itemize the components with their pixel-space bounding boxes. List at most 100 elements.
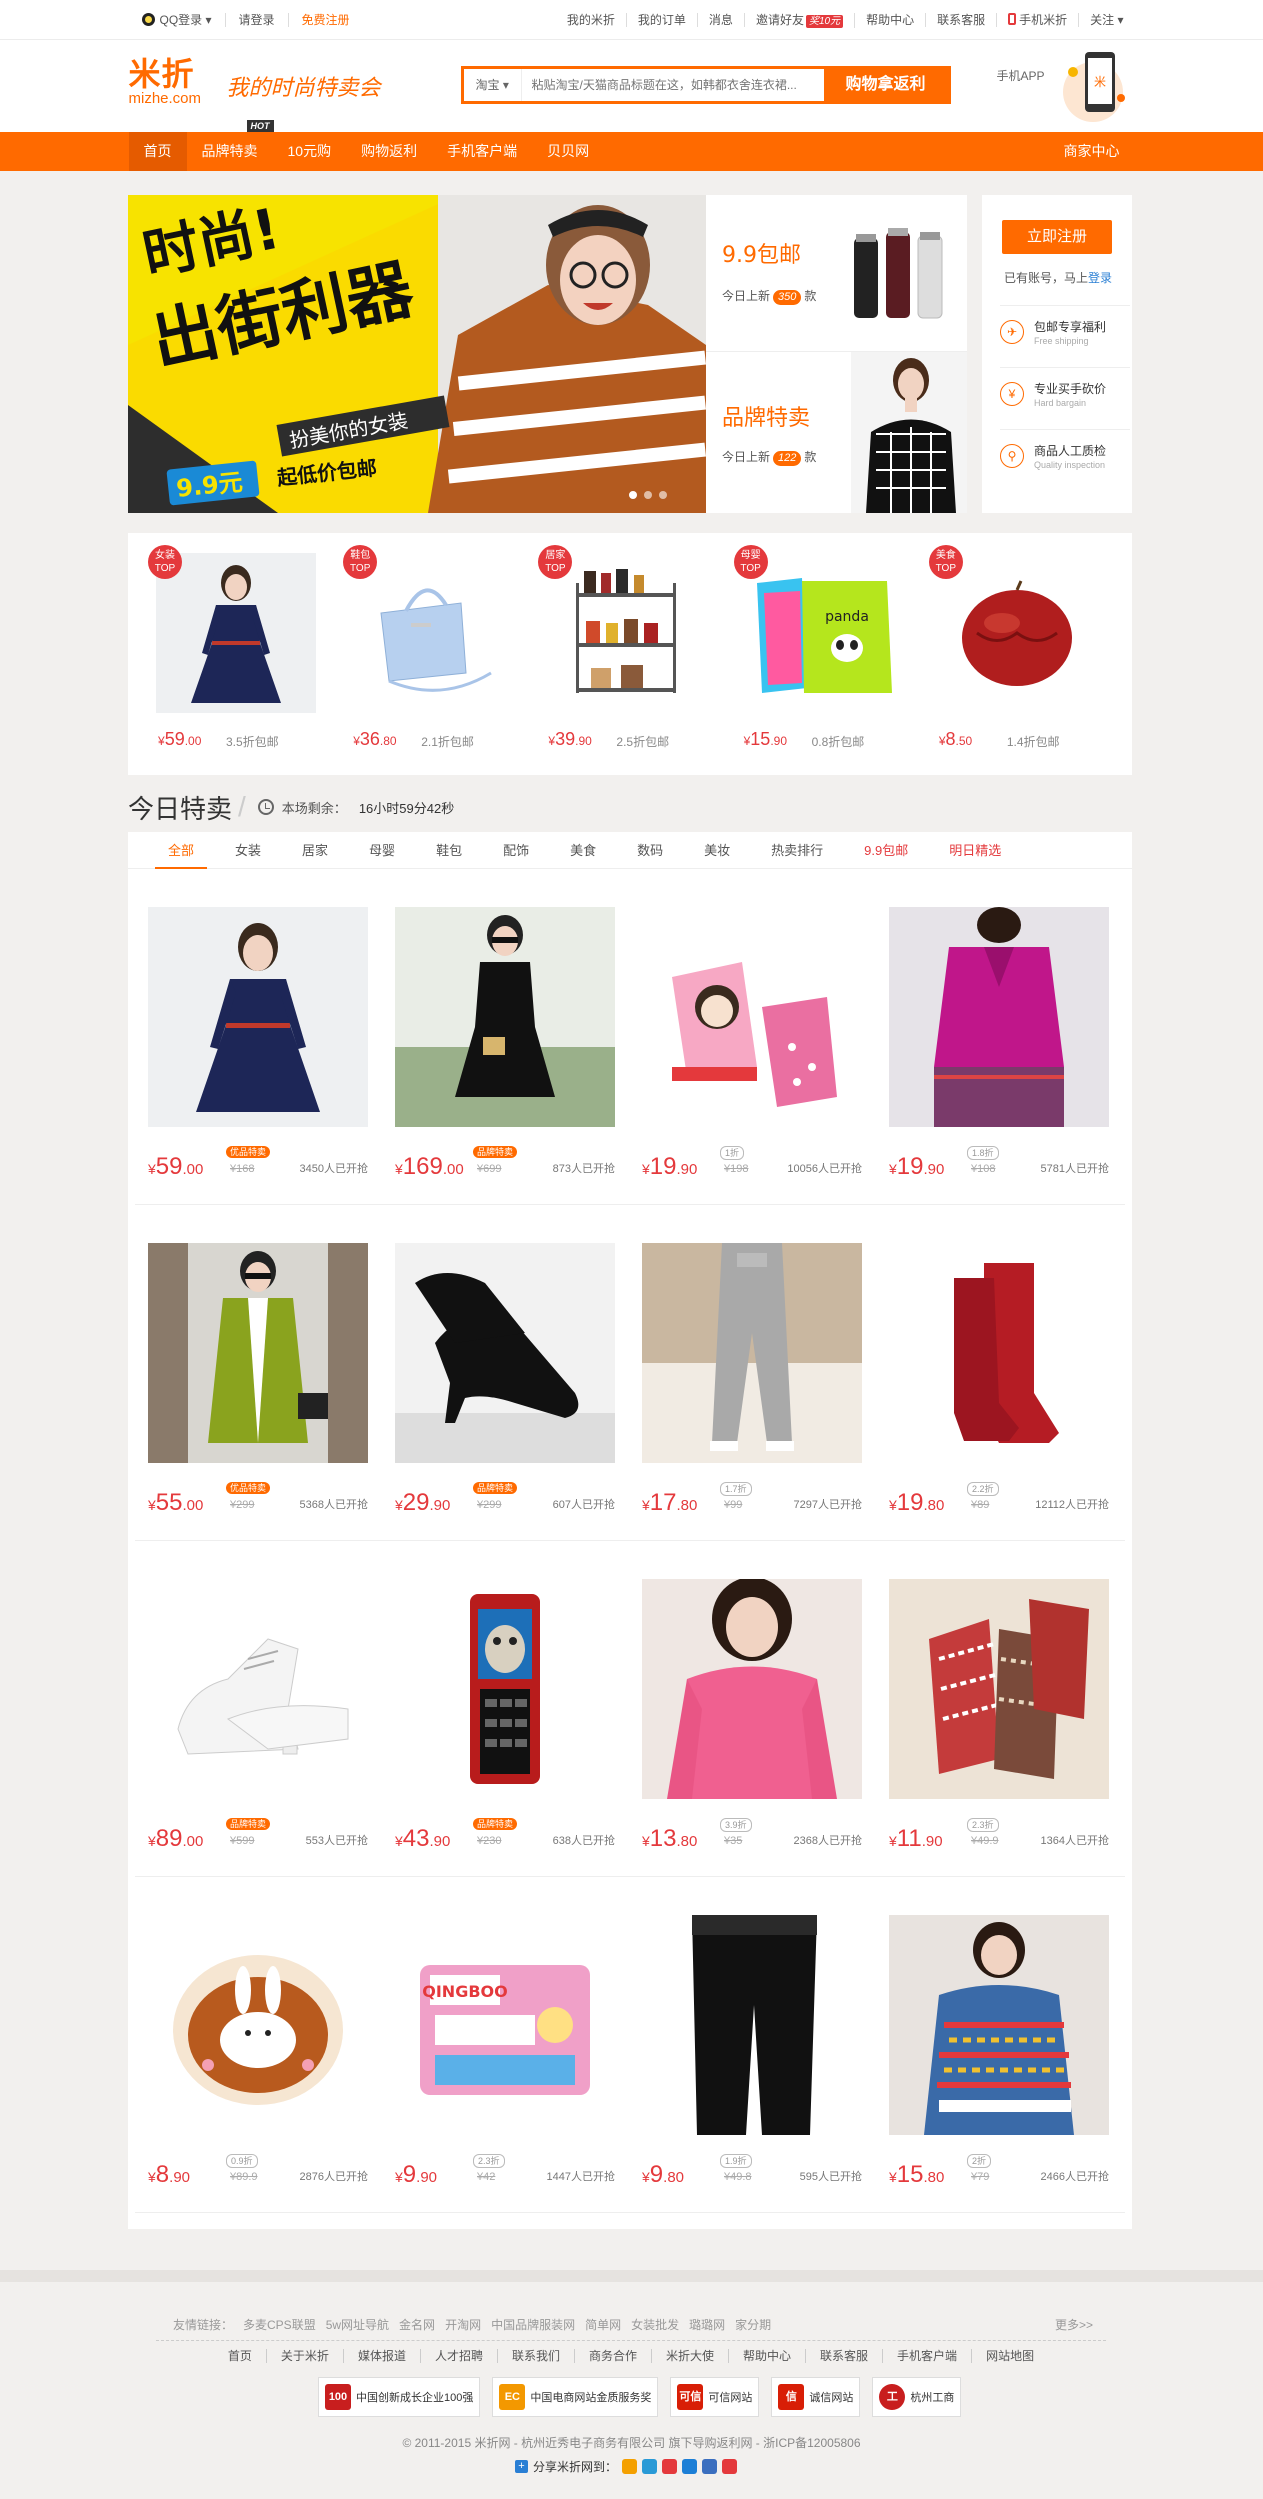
top-category-item[interactable]: 居家 TOP ¥39.90 2.5折包邮: [538, 545, 741, 775]
nav-rebate[interactable]: 购物返利: [346, 132, 432, 171]
footer-nav-item[interactable]: 联系客服: [806, 2349, 884, 2363]
tab-baby[interactable]: 母婴: [356, 832, 408, 868]
product-image[interactable]: [148, 1915, 368, 2135]
tab-beauty[interactable]: 美妆: [691, 832, 743, 868]
trust-badge[interactable]: 信诚信网站: [771, 2377, 861, 2417]
friend-link[interactable]: 中国品牌服装网: [491, 2316, 575, 2333]
tab-food[interactable]: 美食: [557, 832, 609, 868]
product-image[interactable]: [395, 1243, 615, 1463]
top-category-item[interactable]: 母婴 TOP panda ¥15.90 0.8折包邮: [733, 545, 937, 775]
customer-service-link[interactable]: 联系客服: [926, 13, 998, 27]
login-link[interactable]: 请登录: [226, 13, 289, 27]
footer-nav-item[interactable]: 米折大使: [652, 2349, 730, 2363]
qq-login-link[interactable]: QQ登录 ▾: [129, 13, 226, 27]
product-image[interactable]: [642, 1243, 862, 1463]
promo-9-9-free-shipping[interactable]: 9.9包邮 今日上新 350 款: [706, 195, 967, 352]
product-card[interactable]: ¥19.90 1折 ¥198 10056人已开抢: [642, 907, 862, 1207]
tab-shoes-bags[interactable]: 鞋包: [423, 832, 475, 868]
my-orders-link[interactable]: 我的订单: [627, 13, 698, 27]
side-login-link[interactable]: 登录: [1088, 271, 1112, 285]
footer-nav-item[interactable]: 人才招聘: [421, 2349, 498, 2363]
product-image[interactable]: [642, 907, 862, 1127]
share-qq-icon[interactable]: [642, 2459, 658, 2474]
nav-beibei[interactable]: 贝贝网: [532, 132, 604, 171]
nav-10yuan[interactable]: 10元购: [273, 132, 347, 171]
product-card[interactable]: ¥15.80 2折 ¥79 2466人已开抢: [889, 1915, 1109, 2215]
product-image[interactable]: [148, 1579, 368, 1799]
follow-link[interactable]: 关注 ▾: [1079, 13, 1134, 27]
product-image[interactable]: [148, 1243, 368, 1463]
trust-badge[interactable]: 工杭州工商: [872, 2377, 962, 2417]
tab-digital[interactable]: 数码: [624, 832, 676, 868]
help-center-link[interactable]: 帮助中心: [855, 13, 927, 27]
tab-9-9-free-shipping[interactable]: 9.9包邮: [851, 832, 921, 868]
friend-link[interactable]: 女装批发: [631, 2316, 679, 2333]
product-image[interactable]: [395, 1579, 615, 1799]
friend-link[interactable]: 多麦CPS联盟: [243, 2316, 316, 2333]
footer-nav-item[interactable]: 网站地图: [972, 2349, 1048, 2363]
product-image[interactable]: [148, 907, 368, 1127]
logo[interactable]: 米折 mizhe.com: [129, 56, 202, 106]
product-card[interactable]: ¥11.90 2.3折 ¥49.9 1364人已开抢: [889, 1579, 1109, 1879]
mobile-app-phone-icon[interactable]: 米: [1062, 48, 1133, 130]
product-card[interactable]: ¥19.80 2.2折 ¥89 12112人已开抢: [889, 1243, 1109, 1543]
footer-nav-item[interactable]: 首页: [214, 2349, 267, 2363]
footer-nav-item[interactable]: 帮助中心: [729, 2349, 807, 2363]
footer-nav-item[interactable]: 商务合作: [575, 2349, 652, 2363]
product-image[interactable]: [395, 907, 615, 1127]
nav-mobile-client[interactable]: 手机客户端: [432, 132, 532, 171]
product-card[interactable]: ¥59.00 优品特卖 ¥168 3450人已开抢: [148, 907, 368, 1207]
tab-accessories[interactable]: 配饰: [490, 832, 542, 868]
share-douban-icon[interactable]: [722, 2459, 738, 2474]
product-card[interactable]: ¥17.80 1.7折 ¥99 7297人已开抢: [642, 1243, 862, 1543]
top-category-item[interactable]: 女装 TOP ¥59.00 3.5折包邮: [148, 545, 351, 775]
trust-badge[interactable]: 可信 可信网站: [670, 2377, 760, 2417]
search-input[interactable]: [521, 69, 824, 101]
product-card[interactable]: ¥29.90 品牌特卖 ¥299 607人已开抢: [395, 1243, 615, 1543]
invite-friends-link[interactable]: 邀请好友 奖10元: [745, 12, 856, 28]
footer-nav-item[interactable]: 手机客户端: [883, 2349, 973, 2363]
top-category-item[interactable]: 鞋包 TOP ¥36.80 2.1折包邮: [343, 545, 546, 775]
tab-tomorrow-picks[interactable]: 明日精选: [936, 832, 1014, 868]
share-qzone-icon[interactable]: [622, 2459, 638, 2474]
product-image[interactable]: [889, 1243, 1109, 1463]
product-card[interactable]: ¥43.90 品牌特卖 ¥230 638人已开抢: [395, 1579, 615, 1879]
footer-nav-item[interactable]: 关于米折: [267, 2349, 344, 2363]
friend-link[interactable]: 5w网址导航: [326, 2316, 389, 2333]
footer-nav-item[interactable]: 媒体报道: [344, 2349, 421, 2363]
nav-merchant-center[interactable]: 商家中心: [1049, 132, 1135, 171]
promo-brand-sale[interactable]: 品牌特卖 今日上新 122 款: [706, 352, 967, 513]
nav-home[interactable]: 首页: [128, 132, 187, 171]
product-card[interactable]: QINGBOO ¥9.90 2.3折 ¥42 1447人已开抢: [395, 1915, 615, 2215]
top-category-item[interactable]: 美食 TOP ¥8.50 1.4折包邮: [928, 545, 1132, 775]
product-card[interactable]: ¥9.80 1.9折 ¥49.8 595人已开抢: [642, 1915, 862, 2215]
product-image[interactable]: [889, 907, 1109, 1127]
share-renren-icon[interactable]: [702, 2459, 718, 2474]
product-card[interactable]: ¥19.90 1.8折 ¥108 5781人已开抢: [889, 907, 1109, 1207]
trust-badge[interactable]: 100 中国创新成长企业100强: [318, 2377, 481, 2417]
hero-banner[interactable]: 时尚! 出街利器 扮美你的女装 9.9元 起低价包邮: [128, 195, 706, 513]
messages-link[interactable]: 消息: [698, 13, 745, 27]
friend-link[interactable]: 开淘网: [445, 2316, 481, 2333]
mobile-mizhe-link[interactable]: 手机米折: [997, 13, 1080, 27]
product-card[interactable]: ¥169.00 品牌特卖 ¥699 873人已开抢: [395, 907, 615, 1207]
friend-link[interactable]: 家分期: [735, 2316, 771, 2333]
product-card[interactable]: ¥13.80 3.9折 ¥35 2368人已开抢: [642, 1577, 862, 1879]
tab-home[interactable]: 居家: [289, 832, 341, 868]
nav-brand-sale[interactable]: 品牌特卖 HOT: [187, 120, 274, 171]
product-card[interactable]: ¥89.00 品牌特卖 ¥599 553人已开抢: [148, 1579, 368, 1879]
register-link[interactable]: 免费注册: [289, 13, 363, 27]
my-mizhe-link[interactable]: 我的米折: [556, 13, 627, 27]
tab-women[interactable]: 女装: [222, 832, 274, 868]
tab-hot-ranking[interactable]: 热卖排行: [758, 832, 836, 868]
search-scope-select[interactable]: 淘宝 ▾: [464, 69, 522, 101]
register-button[interactable]: 立即注册: [1002, 220, 1112, 254]
product-image[interactable]: QINGBOO: [395, 1915, 615, 2135]
friend-link[interactable]: 金名网: [399, 2316, 435, 2333]
product-card[interactable]: ¥55.00 优品特卖 ¥299 5368人已开抢: [148, 1243, 368, 1543]
product-image[interactable]: [642, 1577, 862, 1799]
product-image[interactable]: [642, 1915, 862, 2135]
trust-badge[interactable]: EC 中国电商网站金质服务奖: [492, 2377, 659, 2417]
share-tencent-icon[interactable]: [682, 2459, 698, 2474]
tab-all[interactable]: 全部: [155, 832, 208, 869]
